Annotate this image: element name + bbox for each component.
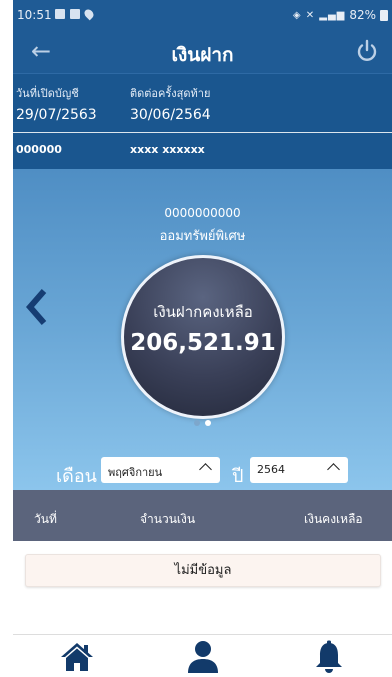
empty-state-message: ไม่มีข้อมูล bbox=[25, 554, 381, 587]
last-contact-value: 30/06/2564 bbox=[130, 107, 211, 123]
chevron-up-icon bbox=[199, 463, 212, 476]
column-balance: เงินคงเหลือ bbox=[304, 512, 363, 526]
transaction-list: ไม่มีข้อมูล bbox=[13, 541, 392, 634]
app-header: ← เงินฝาก bbox=[13, 30, 392, 73]
balance-summary: 0000000000 ออมทรัพย์พิเศษ เงินฝากคงเหลือ… bbox=[13, 169, 392, 490]
app: 10:51 ◈ ✕ ▂▄▆ 82% ← เงินฝาก วันที่เปิดบั… bbox=[13, 0, 392, 677]
message-icon bbox=[70, 9, 80, 19]
user-icon bbox=[188, 641, 218, 673]
year-select[interactable]: 2564 bbox=[250, 457, 348, 483]
gallery-icon bbox=[55, 9, 65, 19]
status-time: 10:51 bbox=[17, 8, 52, 22]
column-date: วันที่ bbox=[34, 512, 57, 526]
previous-account-button[interactable] bbox=[25, 287, 49, 327]
battery-text: 82% bbox=[349, 8, 376, 22]
page-dot-active[interactable] bbox=[205, 420, 211, 426]
nav-profile[interactable] bbox=[185, 639, 221, 675]
month-select[interactable]: พฤศจิกายน bbox=[101, 457, 220, 483]
chevron-left-icon bbox=[26, 289, 47, 325]
home-icon bbox=[61, 643, 93, 671]
left-edge bbox=[0, 0, 13, 677]
transaction-table-header: วันที่ จำนวนเงิน เงินคงเหลือ bbox=[13, 490, 392, 541]
open-date-label: วันที่เปิดบัญชี bbox=[16, 87, 79, 100]
balance-circle: เงินฝากคงเหลือ 206,521.91 bbox=[121, 255, 285, 419]
account-name: xxxx xxxxxx bbox=[130, 143, 205, 156]
status-icons bbox=[55, 7, 96, 21]
page-dot[interactable] bbox=[194, 420, 200, 426]
account-number: 0000000000 bbox=[164, 206, 241, 220]
divider bbox=[13, 132, 392, 133]
last-contact-label: ติดต่อครั้งสุดท้าย bbox=[130, 87, 211, 100]
page-title: เงินฝาก bbox=[171, 44, 234, 66]
bell-icon bbox=[316, 640, 342, 673]
year-select-value: 2564 bbox=[257, 463, 285, 476]
month-label: เดือน bbox=[56, 466, 97, 487]
balance-value: 206,521.91 bbox=[130, 330, 276, 356]
account-type: ออมทรัพย์พิเศษ bbox=[159, 229, 246, 244]
power-icon bbox=[357, 39, 377, 61]
open-date-value: 29/07/2563 bbox=[16, 107, 97, 123]
nav-notifications[interactable] bbox=[311, 639, 347, 675]
bottom-nav bbox=[13, 634, 392, 677]
month-select-value: พฤศจิกายน bbox=[108, 466, 163, 479]
signal-icon: ◈ ✕ ▂▄▆ bbox=[292, 9, 346, 21]
screen: 10:51 ◈ ✕ ▂▄▆ 82% ← เงินฝาก วันที่เปิดบั… bbox=[0, 0, 392, 677]
year-label: ปี bbox=[232, 466, 244, 487]
chevron-up-icon bbox=[327, 463, 340, 476]
balance-label: เงินฝากคงเหลือ bbox=[153, 303, 253, 321]
account-code: 000000 bbox=[16, 143, 62, 156]
account-info: วันที่เปิดบัญชี ติดต่อครั้งสุดท้าย 29/07… bbox=[13, 73, 392, 169]
status-bar: 10:51 ◈ ✕ ▂▄▆ 82% bbox=[13, 0, 392, 30]
column-amount: จำนวนเงิน bbox=[140, 512, 196, 526]
page-indicator bbox=[194, 420, 211, 426]
location-icon bbox=[82, 7, 96, 21]
nav-home[interactable] bbox=[59, 639, 95, 675]
power-button[interactable] bbox=[354, 38, 380, 64]
battery-icon bbox=[380, 9, 388, 21]
status-right: ◈ ✕ ▂▄▆ 82% bbox=[293, 8, 388, 22]
